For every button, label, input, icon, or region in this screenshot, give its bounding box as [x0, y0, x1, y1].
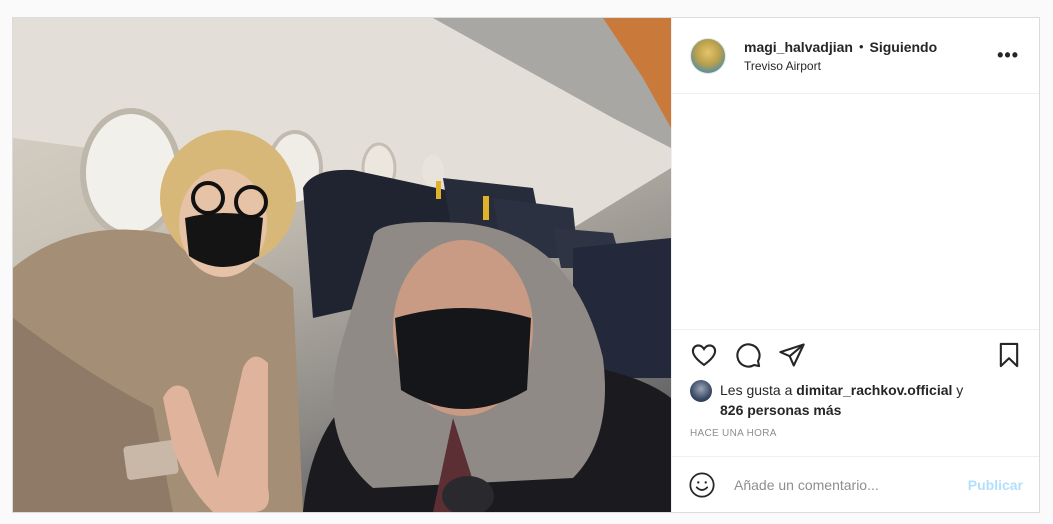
liker-username[interactable]: dimitar_rachkov.official	[796, 382, 952, 398]
photo-illustration	[13, 18, 671, 512]
likes-prefix: Les gusta a	[720, 382, 797, 398]
post-header: magi_halvadjian • Siguiendo Treviso Airp…	[672, 18, 1039, 94]
author-info: magi_halvadjian • Siguiendo Treviso Airp…	[744, 39, 993, 73]
likes-connector: y	[952, 382, 964, 398]
liker-avatar[interactable]	[690, 380, 712, 402]
likes-others-link[interactable]: 826 personas más	[720, 402, 841, 418]
post-sidebar: magi_halvadjian • Siguiendo Treviso Airp…	[671, 18, 1039, 512]
share-icon[interactable]	[778, 341, 806, 369]
more-options-button[interactable]: •••	[993, 41, 1023, 70]
comment-icon[interactable]	[734, 341, 762, 369]
heart-icon[interactable]	[690, 341, 718, 369]
post-photo[interactable]	[13, 18, 671, 512]
post-timestamp[interactable]: HACE UNA HORA	[672, 420, 1039, 439]
author-username[interactable]: magi_halvadjian	[744, 39, 853, 55]
comment-form: Publicar	[672, 456, 1039, 512]
action-bar	[672, 330, 1039, 380]
separator-dot: •	[858, 39, 864, 54]
emoji-icon[interactable]	[688, 471, 716, 499]
comment-input[interactable]	[732, 475, 968, 494]
post-card: magi_halvadjian • Siguiendo Treviso Airp…	[12, 17, 1040, 513]
bookmark-icon[interactable]	[995, 341, 1023, 369]
post-location[interactable]: Treviso Airport	[744, 59, 993, 73]
author-line: magi_halvadjian • Siguiendo	[744, 39, 993, 55]
author-avatar[interactable]	[690, 37, 726, 74]
likes-text: Les gusta a dimitar_rachkov.official y 8…	[720, 380, 963, 420]
comments-area	[672, 94, 1039, 330]
following-button[interactable]: Siguiendo	[870, 39, 938, 55]
likes-summary: Les gusta a dimitar_rachkov.official y 8…	[672, 380, 1039, 420]
publish-button[interactable]: Publicar	[968, 477, 1023, 493]
